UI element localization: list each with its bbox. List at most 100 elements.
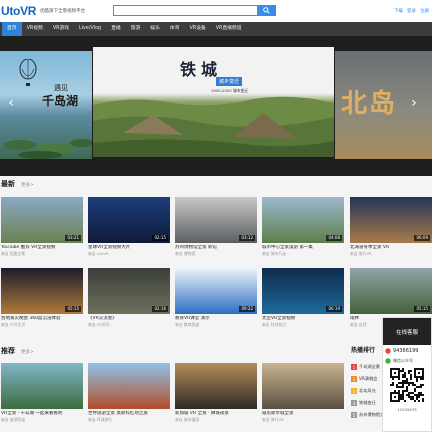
rank-title: 铁城变迁	[359, 400, 376, 405]
nav-item-live[interactable]: Live/Vlog	[74, 22, 106, 36]
video-meta: 来自 城市漫游	[175, 417, 199, 422]
latest-video-card[interactable]: 09:22 教育VR课堂 演示 来自 教育频道	[175, 268, 257, 327]
rank-item[interactable]: 1 千岛湖全景	[351, 361, 383, 373]
recommend-video-card[interactable]: VR全景 · 千岛湖 一起来看看吧 来自 旅游频道	[1, 363, 83, 422]
nav-item-devices[interactable]: VR设备	[185, 22, 211, 36]
video-meta: 来自 旅行VR	[262, 417, 284, 422]
service-title: 在线客服	[395, 329, 418, 336]
video-meta: 来自 环球旅行	[88, 417, 112, 422]
nav-item-home[interactable]: 首页	[2, 22, 22, 36]
site-slogan: 优酷旗下全景视频平台	[40, 9, 85, 14]
latest-video-card[interactable]: 05:15 营地篝火晚会 360度沉浸体验 来自 户外生活	[1, 268, 83, 327]
login-link[interactable]: 登录	[407, 8, 416, 14]
video-thumbnail[interactable]: 06:09	[350, 197, 432, 243]
banner-slide-current[interactable]: 铁城 城乡变迁 1950-2020 城市变迁	[93, 47, 334, 157]
rank-title: 苏州博物馆全景	[359, 412, 383, 417]
rank-item[interactable]: 2 VR演唱会	[351, 373, 383, 385]
recommend-title: 推荐	[1, 347, 15, 355]
latest-video-card[interactable]: 05:15 雨林 来自 自然	[350, 268, 432, 327]
video-thumbnail[interactable]	[175, 363, 257, 409]
register-link[interactable]: 注册	[420, 8, 429, 14]
qq-contact[interactable]: 94366199	[383, 345, 431, 357]
qq-number: 94366199	[393, 348, 419, 354]
rank-item[interactable]: 5苏州博物馆全景	[351, 409, 383, 421]
main-nav: 首页 VR视频 VR游戏 Live/Vlog 直播 旅游 娱乐 体育 VR设备 …	[0, 22, 432, 36]
latest-video-card[interactable]: 02:16 《VR交流会》 来自 VR资讯	[88, 268, 170, 327]
rank-number: 2	[351, 376, 357, 382]
nav-item-live-channel[interactable]: VR直播频道	[211, 22, 247, 36]
video-meta: 来自 博物馆	[175, 251, 196, 256]
video-duration: 05:15	[414, 306, 430, 312]
video-thumbnail[interactable]: 06:19	[262, 268, 344, 314]
user-links: 下载 登录 注册	[394, 8, 429, 14]
video-meta: 来自 户外生活	[1, 322, 25, 327]
banner-next-arrow[interactable]: ›	[407, 93, 421, 113]
video-meta: 来自 教育频道	[175, 322, 199, 327]
latest-section-header: 最新 更多>	[1, 179, 34, 193]
video-duration: 02:16	[152, 306, 168, 312]
nav-item-sports[interactable]: 体育	[165, 22, 185, 36]
latest-video-card[interactable]: 03:21 YouTube 推荐 VR全景视频 来自 优酷全景	[1, 197, 83, 256]
video-meta: 来自 UtoVR	[88, 251, 109, 256]
search-icon	[263, 7, 270, 14]
video-thumbnail[interactable]: 03:21	[1, 197, 83, 243]
site-logo[interactable]: UtoVR	[1, 4, 36, 18]
nav-item-entertainment[interactable]: 娱乐	[145, 22, 165, 36]
video-thumbnail[interactable]	[1, 363, 83, 409]
latest-video-card[interactable]: 03:12 苏州博物馆全景 新馆 来自 博物馆	[175, 197, 257, 256]
video-duration: 06:09	[414, 235, 430, 241]
video-duration: 03:12	[239, 235, 255, 241]
video-thumbnail[interactable]: 02:16	[88, 268, 170, 314]
rank-number: 5	[351, 412, 357, 418]
video-duration: 05:15	[65, 306, 81, 312]
islands-illustration	[4, 139, 92, 159]
video-duration: 06:19	[326, 306, 342, 312]
qq-icon	[385, 348, 391, 354]
latest-video-card[interactable]: 06:09 北海道冬季全景 VR 来自 旅行VR	[350, 197, 432, 256]
recommend-section-header: 推荐 更多>	[1, 346, 34, 360]
wechat-contact[interactable]: 微信公众号	[383, 357, 431, 365]
video-thumbnail[interactable]: 04:08	[262, 197, 344, 243]
search-button[interactable]	[257, 5, 276, 16]
nav-item-vr-game[interactable]: VR游戏	[48, 22, 74, 36]
banner-right-title: 北岛	[341, 89, 398, 119]
video-thumbnail[interactable]: 02:15	[88, 197, 170, 243]
latest-more-link[interactable]: 更多>	[21, 182, 34, 188]
video-duration: 04:08	[326, 235, 342, 241]
video-meta: 来自 旅行VR	[350, 251, 372, 256]
banner-left-title: 千岛湖	[42, 94, 79, 108]
latest-video-card[interactable]: 04:08 城市中心全景漫游 第一集 来自 城市行走	[262, 197, 344, 256]
hot-ranking-list: 1千岛湖全景2VR演唱会3北岛风光4铁城变迁5苏州博物馆全景	[351, 361, 383, 421]
nav-item-travel[interactable]: 旅游	[126, 22, 146, 36]
video-meta: 来自 VR资讯	[88, 322, 110, 327]
video-thumbnail[interactable]: 09:22	[175, 268, 257, 314]
banner-prev-arrow[interactable]: ‹	[4, 93, 18, 113]
hot-air-balloon-icon	[19, 59, 37, 86]
video-thumbnail[interactable]: 03:12	[175, 197, 257, 243]
rank-item[interactable]: 4 铁城变迁	[351, 397, 383, 409]
rank-item[interactable]: 3 北岛风光	[351, 385, 383, 397]
recommend-video-card[interactable]: 威尼斯水城全景 来自 旅行VR	[262, 363, 344, 422]
rank-title: 千岛湖全景	[359, 364, 380, 369]
video-thumbnail[interactable]: 05:15	[350, 268, 432, 314]
video-duration: 09:22	[239, 306, 255, 312]
wechat-label: 微信公众号	[393, 358, 413, 363]
nav-item-stream[interactable]: 直播	[106, 22, 126, 36]
download-link[interactable]: 下载	[394, 8, 403, 14]
video-meta: 来自 优酷全景	[1, 251, 25, 256]
latest-video-card[interactable]: 02:15 星球VR全景视频大片 来自 UtoVR	[88, 197, 170, 256]
banner-center-tag: 城乡变迁	[216, 77, 243, 86]
video-thumbnail[interactable]	[262, 363, 344, 409]
latest-video-card[interactable]: 06:19 太空VR全景视频 来自 科技前沿	[262, 268, 344, 327]
video-meta: 来自 自然	[350, 322, 367, 327]
recommend-video-card[interactable]: 新加坡 VR 全景 · 狮城夜景 来自 城市漫游	[175, 363, 257, 422]
nav-item-vr-video[interactable]: VR视频	[22, 22, 48, 36]
recommend-more-link[interactable]: 更多>	[21, 349, 34, 355]
recommend-video-card[interactable]: 世界旅游全景 莫斯科红场之旅 来自 环球旅行	[88, 363, 170, 422]
rank-number: 3	[351, 388, 357, 394]
rank-number: 1	[351, 364, 357, 370]
hot-ranking-title: 热播排行	[351, 347, 376, 354]
video-thumbnail[interactable]: 05:15	[1, 268, 83, 314]
video-thumbnail[interactable]	[88, 363, 170, 409]
wechat-icon	[385, 358, 391, 364]
